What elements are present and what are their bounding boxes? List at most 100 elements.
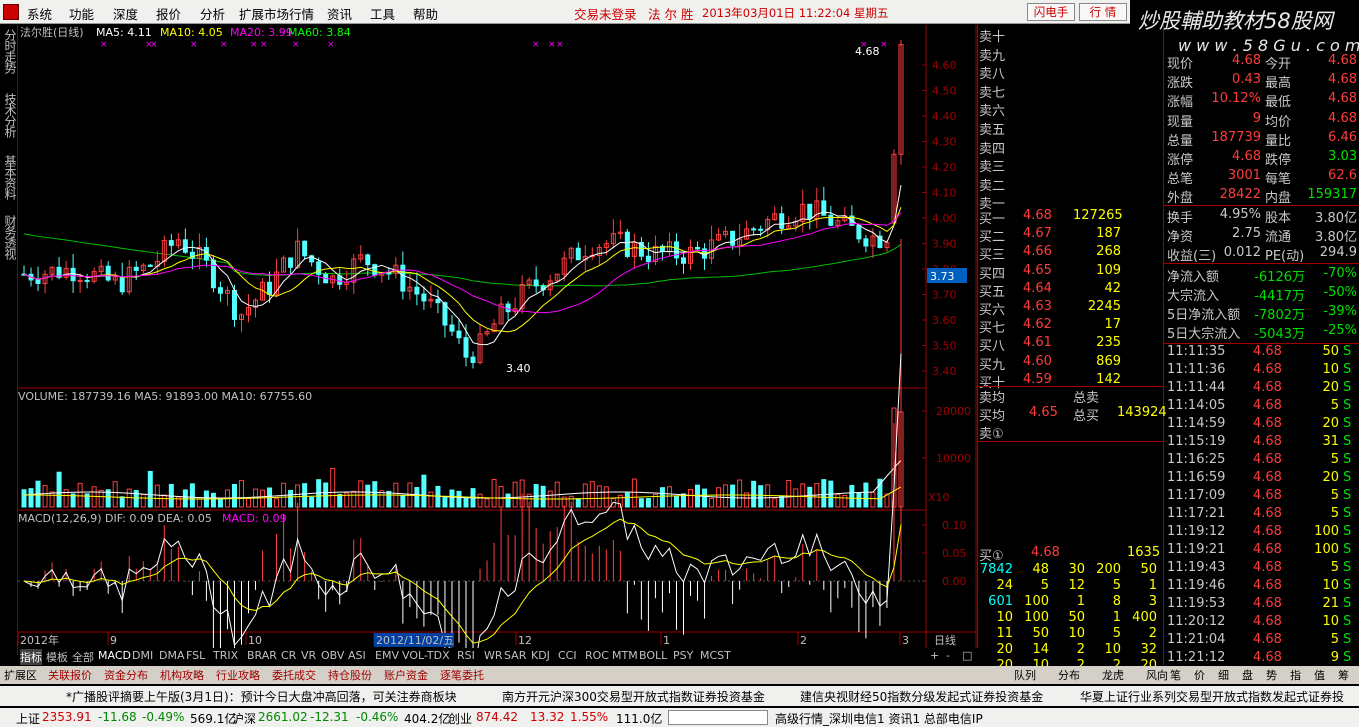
side-small-tab-0[interactable]: 笔 <box>1170 667 1181 683</box>
bottom-tab-1[interactable]: 关联报价 <box>48 667 92 683</box>
menu-8[interactable]: 帮助 <box>413 4 438 23</box>
menu-7[interactable]: 工具 <box>370 4 395 23</box>
menu-2[interactable]: 深度 <box>113 4 138 23</box>
indicator-tab-9[interactable]: CR <box>281 649 296 662</box>
indicator-tab-10[interactable]: VR <box>301 649 316 662</box>
bottom-tab-4[interactable]: 行业攻略 <box>216 667 260 683</box>
zoom-control[interactable]: - <box>946 649 950 662</box>
indicator-tab-5[interactable]: DMA <box>159 649 185 662</box>
indicator-tab-11[interactable]: OBV <box>321 649 344 662</box>
indicator-tab-22[interactable]: BOLL <box>639 649 667 662</box>
menu-4[interactable]: 分析 <box>200 4 225 23</box>
indicator-tab-8[interactable]: BRAR <box>247 649 277 662</box>
indicator-tab-1[interactable]: 模板 <box>46 649 68 665</box>
indicator-tab-15[interactable]: RSI <box>457 649 475 662</box>
total-buy-value: 143924 <box>1117 405 1167 420</box>
volume-panel-title: VOLUME: 187739.16 MA5: 91893.00 MA10: 67… <box>18 390 312 403</box>
candle-body <box>680 257 686 264</box>
indicator-tab-4[interactable]: DMI <box>132 649 153 662</box>
indicator-tab-16[interactable]: WR <box>484 649 503 662</box>
quote-label: 总笔 <box>1167 172 1194 188</box>
indicator-tab-2[interactable]: 全部 <box>72 649 94 665</box>
macd-panel-title: MACD(12,26,9) DIF: 0.09 DEA: 0.05 <box>18 512 212 525</box>
buy-level-label: 买九 <box>979 357 1006 373</box>
side-small-tab-3[interactable]: 盘 <box>1242 667 1253 683</box>
queue-tab-1[interactable]: 分布 <box>1058 667 1080 683</box>
news-item[interactable]: *广播股评摘要上午版(3月1日)：预计今日大盘冲高回落，可关注券商板块 <box>66 688 457 705</box>
bottom-tab-8[interactable]: 逐笔委托 <box>440 667 484 683</box>
kline-chart[interactable]: 4.604.504.404.304.204.104.003.903.803.70… <box>18 25 978 648</box>
side-small-tab-6[interactable]: 值 <box>1314 667 1325 683</box>
bottom-tab-7[interactable]: 账户资金 <box>384 667 428 683</box>
menu-6[interactable]: 资讯 <box>327 4 352 23</box>
bottom-tab-2[interactable]: 资金分布 <box>104 667 148 683</box>
buy-level-label: 买五 <box>979 284 1006 300</box>
side-small-tab-5[interactable]: 指 <box>1290 667 1301 683</box>
price-axis-label: 4.60 <box>932 59 957 72</box>
stat-value: 4.95% <box>1219 207 1261 222</box>
tick-price: 4.68 <box>1253 596 1282 611</box>
indicator-tab-18[interactable]: KDJ <box>531 649 550 662</box>
menu-5[interactable]: 扩展市场行情 <box>239 4 314 23</box>
volume-bar <box>603 486 609 508</box>
indicator-tab-6[interactable]: FSL <box>186 649 205 662</box>
volume-bar <box>800 483 806 508</box>
tick-price: 4.68 <box>1253 650 1282 665</box>
bottom-tab-5[interactable]: 委托成交 <box>272 667 316 683</box>
menu-1[interactable]: 功能 <box>69 4 94 23</box>
queue-tab-3[interactable]: 风向 <box>1146 667 1168 683</box>
tick-price: 4.68 <box>1253 398 1282 413</box>
tick-time: 11:11:44 <box>1167 380 1226 395</box>
flash-trade-button[interactable]: 闪电手 <box>1027 3 1075 21</box>
volume-bar <box>456 490 462 508</box>
queue-tab-2[interactable]: 龙虎 <box>1102 667 1124 683</box>
bottom-tab-0[interactable]: 扩展区 <box>4 667 37 683</box>
market-mini-chart-icon[interactable] <box>668 710 768 725</box>
side-tab-technical[interactable]: 技术分析 <box>2 93 17 137</box>
candle-body <box>147 264 153 267</box>
buy-level-volume: 268 <box>1096 244 1121 260</box>
side-tab-minute[interactable]: 分时走势 <box>2 29 17 73</box>
indicator-tab-12[interactable]: ASI <box>348 649 366 662</box>
side-small-tab-2[interactable]: 细 <box>1218 667 1229 683</box>
volume-bar <box>98 489 104 508</box>
news-item[interactable]: 南方开元沪深300交易型开放式指数证券投资基金 <box>502 688 765 705</box>
login-status: 交易未登录 <box>574 7 637 22</box>
menu-0[interactable]: 系统 <box>27 4 52 23</box>
indicator-ma5: MA5: 4.11 <box>96 26 152 39</box>
zoom-control[interactable]: + <box>930 649 939 662</box>
tick-volume: 10 <box>1322 362 1339 377</box>
server-status[interactable]: 高级行情_深圳电信1 资讯1 总部电信IP <box>775 710 983 727</box>
indicator-tab-7[interactable]: TRIX <box>213 649 238 662</box>
queue-tab-0[interactable]: 队列 <box>1014 667 1036 683</box>
side-tab-fundamental[interactable]: 基本资料 <box>2 155 17 199</box>
side-small-tab-4[interactable]: 势 <box>1266 667 1277 683</box>
quote-value: 187739 <box>1211 129 1261 145</box>
quote-label: 跌停 <box>1265 153 1292 168</box>
queue-cell: 12 <box>1068 578 1085 593</box>
indicator-tab-17[interactable]: SAR <box>504 649 526 662</box>
indicator-tab-24[interactable]: MCST <box>700 649 731 662</box>
indicator-tab-19[interactable]: CCI <box>558 649 577 662</box>
tick-flag: S <box>1343 398 1352 413</box>
news-item[interactable]: 建信央视财经50指数分级发起式证券投资基金 <box>800 688 1043 705</box>
side-small-tab-7[interactable]: 筹 <box>1338 667 1349 683</box>
indicator-tab-21[interactable]: MTM <box>612 649 638 662</box>
quote-label: 现价 <box>1167 57 1194 72</box>
bottom-tab-6[interactable]: 持仓股份 <box>328 667 372 683</box>
app-icon[interactable] <box>3 4 19 20</box>
side-tab-financial[interactable]: 财务透视 <box>2 215 17 259</box>
news-item[interactable]: 华夏上证行业系列交易型开放式指数发起式证券投 <box>1080 688 1344 705</box>
side-small-tab-1[interactable]: 价 <box>1194 667 1205 683</box>
indicator-tab-20[interactable]: ROC <box>585 649 609 662</box>
zoom-control[interactable]: □ <box>962 649 972 662</box>
indicator-tab-0[interactable]: 指标 <box>20 649 42 665</box>
quote-button[interactable]: 行 情 <box>1079 3 1127 21</box>
quote-label: 最低 <box>1265 95 1292 111</box>
indicator-tab-23[interactable]: PSY <box>673 649 693 662</box>
indicator-tab-3[interactable]: MACD <box>98 649 131 662</box>
indicator-tab-13[interactable]: EMV <box>375 649 399 662</box>
bottom-tab-3[interactable]: 机构攻略 <box>160 667 204 683</box>
indicator-tab-14[interactable]: VOL-TDX <box>402 649 450 662</box>
menu-3[interactable]: 报价 <box>156 4 181 23</box>
